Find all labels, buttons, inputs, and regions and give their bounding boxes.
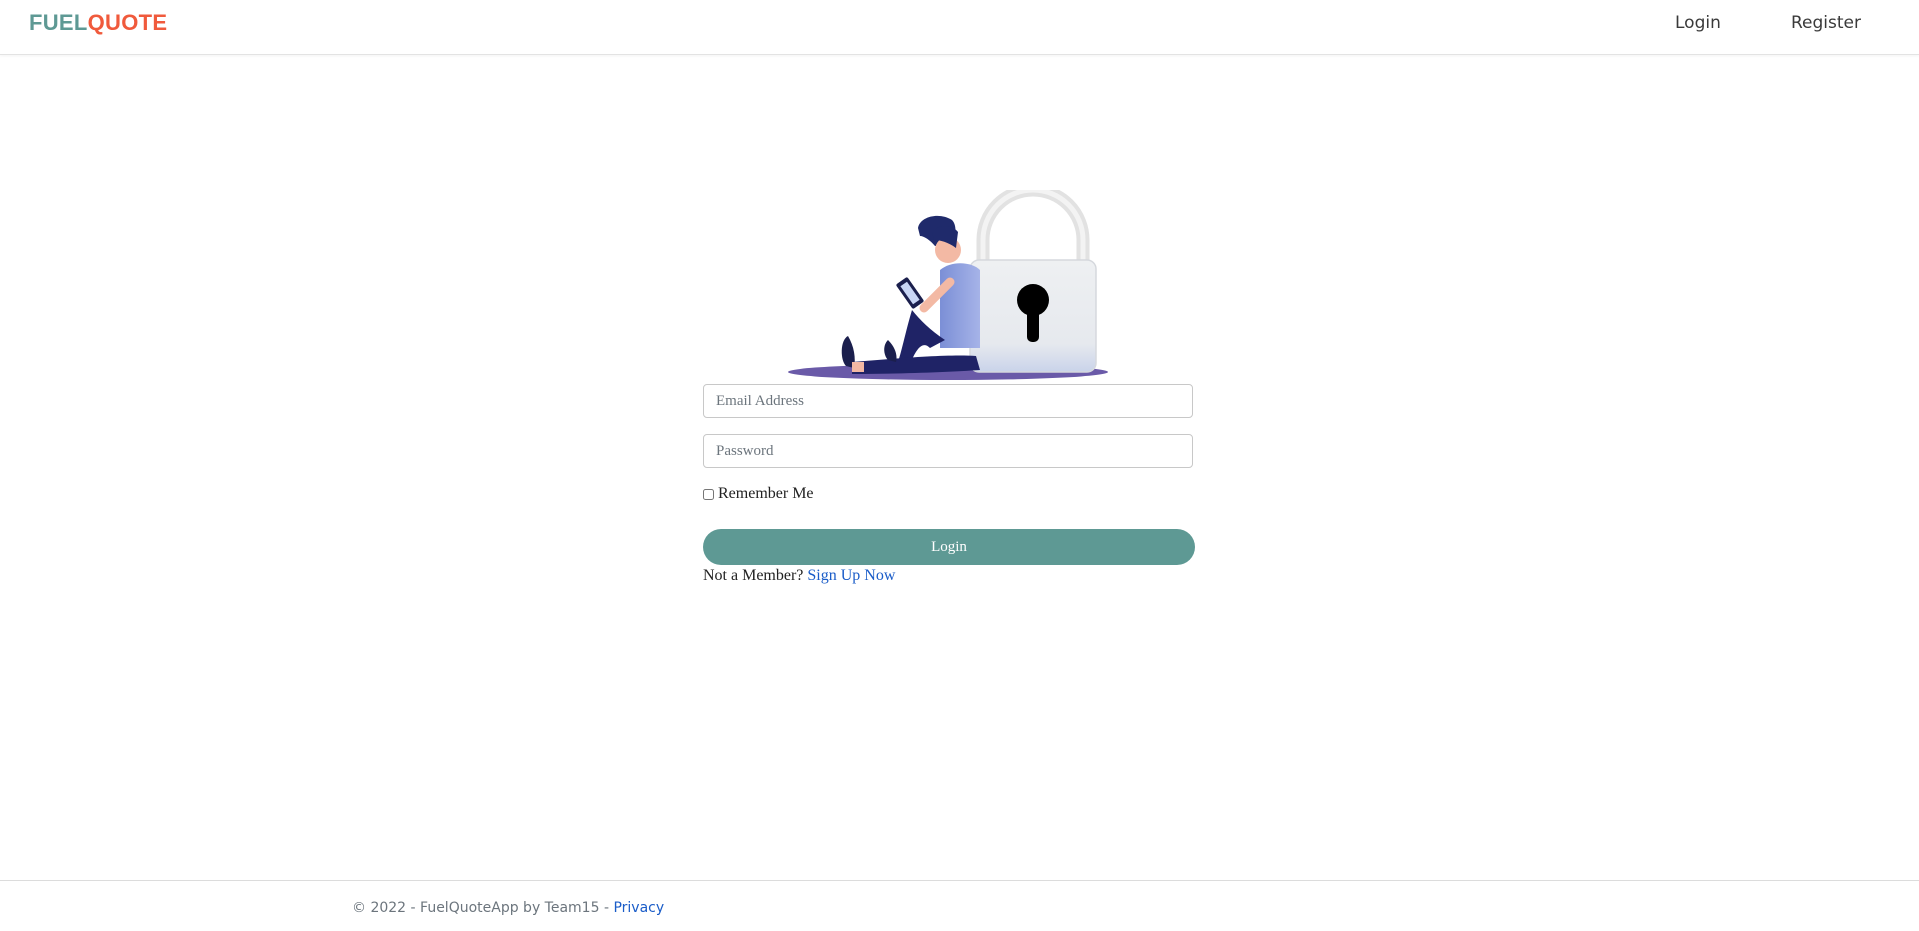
login-button[interactable]: Login: [703, 529, 1195, 565]
signup-prompt: Not a Member? Sign Up Now: [703, 567, 895, 585]
remember-me[interactable]: Remember Me: [703, 485, 814, 503]
person-with-padlock-illustration: [788, 190, 1108, 380]
privacy-link[interactable]: Privacy: [613, 900, 664, 916]
person-torso: [940, 263, 980, 348]
not-member-text: Not a Member?: [703, 567, 804, 584]
password-input[interactable]: [703, 434, 1193, 468]
email-input[interactable]: [703, 384, 1193, 418]
sign-up-link[interactable]: Sign Up Now: [807, 567, 895, 584]
person-leg-bent: [898, 310, 945, 364]
brand-part-fuel: FUEL: [29, 10, 88, 35]
footer: © 2022 - FuelQuoteApp by Team15 - Privac…: [0, 880, 1919, 931]
brand-part-quote: QUOTE: [87, 10, 168, 35]
brand-logo[interactable]: FUELQUOTE: [29, 10, 167, 36]
navbar: FUELQUOTE Login Register: [0, 0, 1919, 55]
copyright-text: © 2022 - FuelQuoteApp by Team15 -: [352, 900, 609, 916]
remember-me-label: Remember Me: [718, 485, 814, 502]
nav-register-link[interactable]: Register: [1791, 13, 1861, 33]
footer-text: © 2022 - FuelQuoteApp by Team15 - Privac…: [352, 900, 664, 916]
nav-login-link[interactable]: Login: [1675, 13, 1721, 33]
remember-me-checkbox[interactable]: [703, 488, 714, 500]
